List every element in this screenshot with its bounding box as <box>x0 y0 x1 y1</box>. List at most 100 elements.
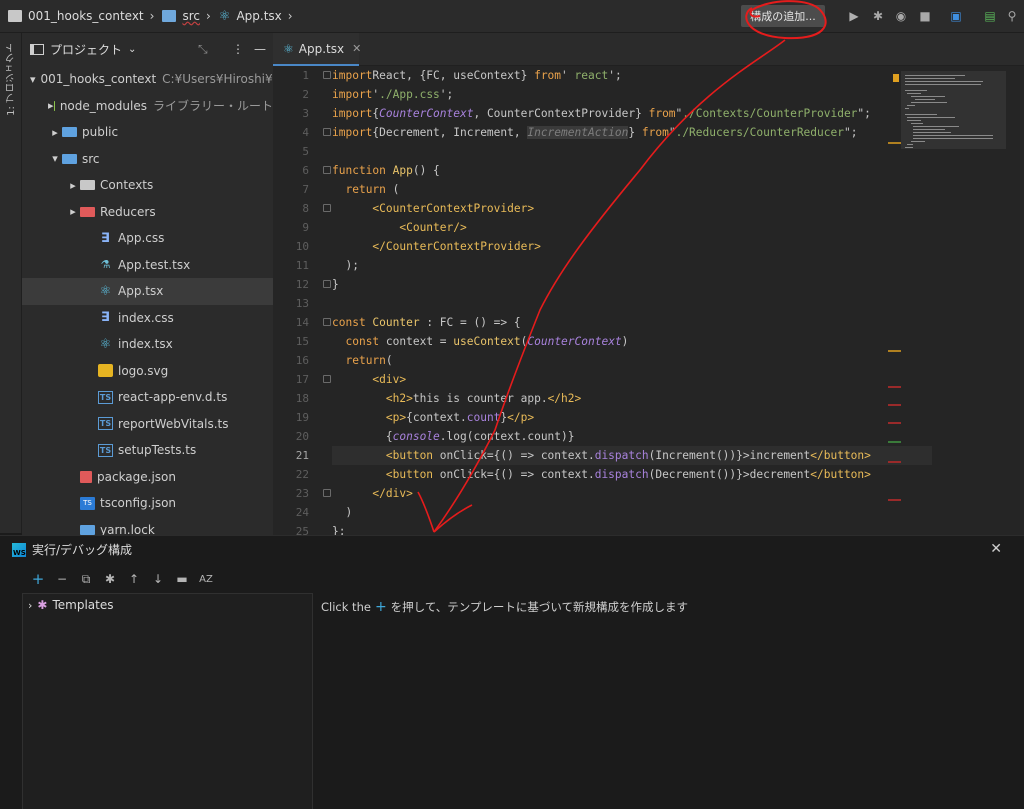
chevron-right-icon[interactable]: ▸ <box>66 205 80 218</box>
edit-defaults-icon[interactable]: ✱ <box>98 572 122 586</box>
code-line[interactable]: <p>{context.count}</p> <box>332 408 932 427</box>
fold-marker-icon[interactable] <box>323 280 331 288</box>
code-area[interactable]: importReact, {FC, useContext} from' reac… <box>332 66 932 535</box>
code-line[interactable]: import{Decrement, Increment, IncrementAc… <box>332 123 932 142</box>
add-configuration-icon[interactable]: + <box>26 570 50 588</box>
translate-icon[interactable]: ▣ <box>948 8 964 24</box>
fold-marker-icon[interactable] <box>323 71 331 79</box>
inspection-warning-icon[interactable] <box>893 74 899 82</box>
code-line[interactable]: import{CounterContext, CounterContextPro… <box>332 104 932 123</box>
remove-configuration-icon[interactable]: − <box>50 572 74 586</box>
chevron-down-icon[interactable]: ⌄ <box>128 44 136 55</box>
search-icon[interactable]: ⚲ <box>1004 8 1020 24</box>
tree-item-react-app-env-d-ts[interactable]: TS react-app-env.d.ts <box>22 384 273 411</box>
code-line[interactable]: return ( <box>332 180 932 199</box>
code-line[interactable]: const Counter : FC = () => { <box>332 313 932 332</box>
tree-item-app-tsx[interactable]: ⚛ App.tsx <box>22 278 273 305</box>
close-icon[interactable]: ✕ <box>990 541 1002 557</box>
tree-item-index-tsx[interactable]: ⚛ index.tsx <box>22 331 273 358</box>
error-stripe-mark[interactable] <box>888 461 901 463</box>
move-up-icon[interactable]: ↑ <box>122 572 146 586</box>
tree-item-logo-svg[interactable]: logo.svg <box>22 358 273 385</box>
code-line[interactable]: {console.log(context.count)} <box>332 427 932 446</box>
error-stripe-mark[interactable] <box>888 142 901 144</box>
tree-item-reportwebvitals-ts[interactable]: TS reportWebVitals.ts <box>22 411 273 438</box>
code-line[interactable]: const context = useContext(CounterContex… <box>332 332 932 351</box>
close-tab-icon[interactable]: ✕ <box>352 42 361 55</box>
chevron-down-icon[interactable]: ▾ <box>48 152 62 165</box>
fold-marker-icon[interactable] <box>323 318 331 326</box>
error-stripe-mark[interactable] <box>888 441 901 443</box>
tree-item-reducers[interactable]: ▸ Reducers <box>22 199 273 226</box>
breadcrumb-file[interactable]: ⚛ App.tsx › <box>211 0 293 33</box>
code-line[interactable]: <div> <box>332 370 932 389</box>
error-stripe-mark[interactable] <box>888 499 901 501</box>
code-line[interactable]: ); <box>332 256 932 275</box>
move-down-icon[interactable]: ↓ <box>146 572 170 586</box>
code-line[interactable]: } <box>332 275 932 294</box>
tree-item-app-test-tsx[interactable]: ⚗ App.test.tsx <box>22 252 273 279</box>
project-tool-window-button[interactable]: 1: プロジェクト <box>4 43 19 116</box>
fold-marker-icon[interactable] <box>323 375 331 383</box>
tree-item-index-css[interactable]: ∃ index.css <box>22 305 273 332</box>
code-line[interactable]: return( <box>332 351 932 370</box>
code-editor[interactable]: 1 2 3 4 5 6 7 8 9 10 11 12 13 14 15 16 17 18 19 20 21 22 23 24 2… <box>273 66 1024 535</box>
stop-icon[interactable]: ■ <box>917 8 933 24</box>
project-view-selector[interactable]: プロジェクト <box>50 41 122 58</box>
tree-item-app-css[interactable]: ∃ App.css <box>22 225 273 252</box>
tree-item-001-hooks-context[interactable]: ▾ 001_hooks_context C:¥Users¥Hiroshi¥Desk <box>22 66 273 93</box>
tree-item-yarn-lock[interactable]: yarn.lock <box>22 517 273 535</box>
coverage-icon[interactable]: ◉ <box>893 8 909 24</box>
breadcrumb-project[interactable]: 001_hooks_context › <box>0 0 154 33</box>
code-line[interactable]: <button onClick={() => context.dispatch(… <box>332 446 932 465</box>
create-folder-icon[interactable]: ▬ <box>170 572 194 586</box>
collapse-all-icon[interactable]: ⤡ <box>198 42 208 57</box>
fold-marker-icon[interactable] <box>323 204 331 212</box>
tab-app-tsx[interactable]: ⚛ App.tsx ✕ <box>273 33 361 66</box>
chevron-right-icon[interactable]: › <box>28 599 32 612</box>
tree-item-node-modules[interactable]: ▸ node_modules ライブラリー・ルート <box>22 93 273 120</box>
code-line[interactable]: </div> <box>332 484 932 503</box>
tree-item-contexts[interactable]: ▸ Contexts <box>22 172 273 199</box>
terminal-icon[interactable]: ▤ <box>982 8 998 24</box>
tree-item-package-json[interactable]: package.json <box>22 464 273 491</box>
error-stripe-mark[interactable] <box>888 404 901 406</box>
code-line[interactable]: importReact, {FC, useContext} from' reac… <box>332 66 932 85</box>
minimap[interactable] <box>901 71 1006 149</box>
error-stripe-mark[interactable] <box>888 350 901 352</box>
add-icon[interactable]: + <box>375 599 387 615</box>
copy-configuration-icon[interactable]: ⧉ <box>74 572 98 587</box>
error-stripe-mark[interactable] <box>888 386 901 388</box>
chevron-right-icon[interactable]: ▸ <box>48 99 54 112</box>
fold-marker-icon[interactable] <box>323 128 331 136</box>
code-line[interactable]: <h2>this is counter app.</h2> <box>332 389 932 408</box>
fold-marker-icon[interactable] <box>323 166 331 174</box>
error-stripe-mark[interactable] <box>888 422 901 424</box>
code-line[interactable]: import'./App.css'; <box>332 85 932 104</box>
code-line[interactable]: <button onClick={() => context.dispatch(… <box>332 465 932 484</box>
sort-alphabetically-icon[interactable]: AZ <box>194 574 218 585</box>
tree-item-src[interactable]: ▾ src <box>22 146 273 173</box>
chevron-right-icon[interactable]: ▸ <box>48 126 62 139</box>
add-configuration-button[interactable]: 構成の追加... <box>741 5 825 27</box>
run-icon[interactable]: ▶ <box>846 8 862 24</box>
fold-marker-icon[interactable] <box>323 489 331 497</box>
chevron-down-icon[interactable]: ▾ <box>30 73 36 86</box>
code-line[interactable]: <Counter/> <box>332 218 932 237</box>
breadcrumb-src[interactable]: src › <box>154 0 211 33</box>
code-line[interactable]: ) <box>332 503 932 522</box>
code-line[interactable] <box>332 142 932 161</box>
code-line[interactable]: function App() { <box>332 161 932 180</box>
chevron-right-icon[interactable]: ▸ <box>66 179 80 192</box>
templates-node[interactable]: › ✱ Templates <box>23 594 312 616</box>
tree-item-setuptests-ts[interactable]: TS setupTests.ts <box>22 437 273 464</box>
code-line[interactable]: }; <box>332 522 932 535</box>
code-line[interactable]: </CounterContextProvider> <box>332 237 932 256</box>
options-menu-icon[interactable]: ⋮ <box>232 42 244 56</box>
code-line[interactable] <box>332 294 932 313</box>
debug-icon[interactable]: ✱ <box>870 8 886 24</box>
code-line[interactable]: <CounterContextProvider> <box>332 199 932 218</box>
hide-panel-icon[interactable]: — <box>254 42 266 56</box>
tree-item-public[interactable]: ▸ public <box>22 119 273 146</box>
tree-item-tsconfig-json[interactable]: TS tsconfig.json <box>22 490 273 517</box>
